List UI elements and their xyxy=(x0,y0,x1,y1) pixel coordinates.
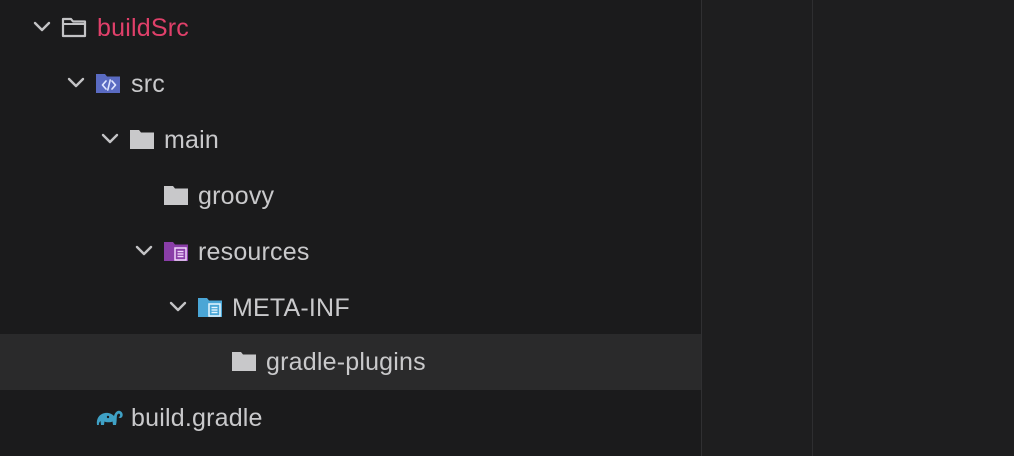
folder-icon xyxy=(130,130,154,149)
tree-item-label: resources xyxy=(198,238,310,266)
meta-inf-folder-icon xyxy=(198,298,222,317)
tree-item-label: main xyxy=(164,126,219,154)
folder-icon xyxy=(164,186,188,205)
tree-item-label: buildSrc xyxy=(97,14,189,42)
tree-item-label: META-INF xyxy=(232,294,350,322)
project-explorer-window: buildSrc src main groovy resources META-… xyxy=(0,0,1014,456)
resources-folder-icon xyxy=(164,242,188,261)
tree-item-label: gradle-plugins xyxy=(266,348,426,376)
tree-item-label: src xyxy=(131,70,165,98)
tree-item-buildsrc[interactable]: buildSrc xyxy=(0,0,701,56)
panel-divider[interactable] xyxy=(701,0,702,456)
chevron-down-icon[interactable] xyxy=(64,71,88,95)
chevron-down-icon[interactable] xyxy=(98,127,122,151)
tree-item-resources[interactable]: resources xyxy=(0,224,701,280)
tree-item-gradle-plugins[interactable]: gradle-plugins xyxy=(0,334,701,390)
tree-item-meta-inf[interactable]: META-INF xyxy=(0,280,701,336)
tree-item-main[interactable]: main xyxy=(0,112,701,168)
tree-item-groovy[interactable]: groovy xyxy=(0,168,701,224)
tree-item-label: groovy xyxy=(198,182,275,210)
chevron-down-icon[interactable] xyxy=(166,295,190,319)
folder-outline-icon xyxy=(61,17,87,38)
gradle-elephant-icon xyxy=(96,410,123,425)
tree-item-label: build.gradle xyxy=(131,404,263,432)
source-folder-icon xyxy=(96,74,120,93)
folder-icon xyxy=(232,352,256,371)
panel-divider xyxy=(812,0,813,456)
project-tree: buildSrc src main groovy resources META-… xyxy=(0,0,701,456)
chevron-down-icon[interactable] xyxy=(30,15,54,39)
tree-item-src[interactable]: src xyxy=(0,56,701,112)
tree-item-build-gradle[interactable]: build.gradle xyxy=(0,390,701,446)
chevron-down-icon[interactable] xyxy=(132,239,156,263)
